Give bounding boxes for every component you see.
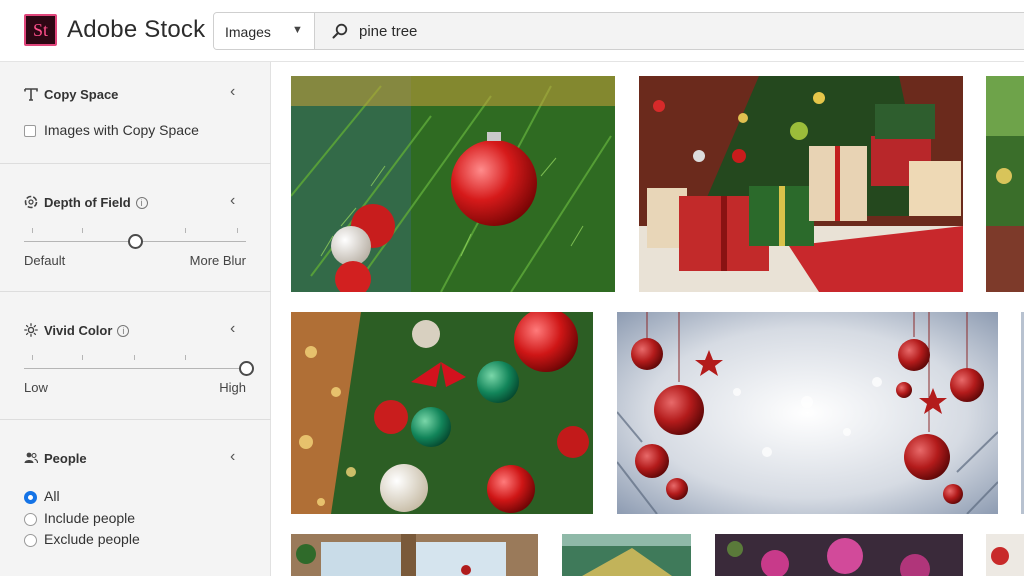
depth-of-field-slider-handle[interactable] [127,234,143,249]
hanging-ornaments-photo [617,312,998,514]
vivid-color-title: Vivid Color i [44,323,130,338]
people-option-exclude[interactable]: Exclude people [44,531,140,547]
top-bar: St Adobe Stock Images ▼ pine tree [0,0,1024,62]
info-icon[interactable]: i [117,325,130,337]
window-scene-photo [291,534,538,576]
result-image-christmas-tree-red-ornament[interactable] [291,76,615,292]
partial-edge-photo [986,534,1024,576]
search-bar: Images ▼ pine tree [213,12,1024,50]
search-icon[interactable] [332,23,348,39]
collapse-chevron-icon[interactable]: ‹ [230,320,235,338]
people-option-include[interactable]: Include people [44,510,135,526]
collapse-chevron-icon[interactable]: ‹ [230,192,235,210]
people-icon [24,452,38,464]
depth-of-field-section: Depth of Field i ‹ Default More Blur [0,164,271,292]
people-include-radio[interactable] [24,513,37,526]
slider-tick [32,228,33,233]
copy-space-title: Copy Space [44,87,119,102]
people-exclude-radio[interactable] [24,534,37,547]
copy-space-section: Copy Space ‹ Images with Copy Space [0,62,271,164]
copy-space-checkbox[interactable] [24,125,36,137]
ornament-photo [291,76,615,292]
vivid-color-slider-track[interactable] [24,368,246,369]
result-image-partial-row-edge[interactable] [986,534,1024,576]
depth-of-field-title: Depth of Field i [44,195,148,210]
aperture-icon [24,195,38,209]
gifts-photo [639,76,963,292]
people-all-radio[interactable] [24,491,37,504]
vivid-color-slider-handle[interactable] [238,361,254,376]
result-image-pine-branch-snow[interactable] [562,534,691,576]
search-input[interactable]: pine tree [359,23,417,40]
result-image-christmas-tree-with-gifts[interactable] [639,76,963,292]
collapse-chevron-icon[interactable]: ‹ [230,448,235,466]
slider-tick [82,355,83,360]
slider-tick [134,355,135,360]
slider-tick [237,228,238,233]
slider-tick [32,355,33,360]
pink-flowers-photo [715,534,963,576]
bokeh-ornaments-photo [291,312,593,514]
copy-space-option-label[interactable]: Images with Copy Space [44,122,199,138]
collapse-chevron-icon[interactable]: ‹ [230,83,235,101]
result-image-christmas-tree-bokeh-ornaments[interactable] [291,312,593,514]
depth-of-field-title-text: Depth of Field [44,195,131,210]
result-image-partial-tree-image[interactable] [986,76,1024,292]
result-image-pink-flowers[interactable] [715,534,963,576]
people-option-all[interactable]: All [44,488,60,504]
vivid-color-min-label: Low [24,380,48,395]
result-image-hanging-red-ornaments-snow[interactable] [617,312,998,514]
vivid-color-max-label: High [219,380,246,395]
slider-tick [185,355,186,360]
vivid-color-section: Vivid Color i ‹ Low High [0,292,271,420]
asset-type-dropdown[interactable]: Images ▼ [214,13,315,49]
text-icon [24,88,38,101]
info-icon[interactable]: i [135,197,148,209]
vivid-color-title-text: Vivid Color [44,323,113,338]
depth-of-field-max-label: More Blur [189,253,246,268]
filter-sidebar: Copy Space ‹ Images with Copy Space Dept… [0,62,271,576]
asset-type-label: Images [225,24,271,40]
slider-tick [185,228,186,233]
pine-branch-photo [562,534,691,576]
depth-of-field-min-label: Default [24,253,66,268]
partial-tree-photo [986,76,1024,292]
slider-tick [82,228,83,233]
brand-name[interactable]: Adobe Stock [67,16,205,44]
people-section: People ‹ All Include people Exclude peop… [0,420,271,576]
brightness-icon [24,323,38,337]
people-title: People [44,451,87,466]
chevron-down-icon: ▼ [292,24,303,36]
result-image-window-christmas-scene[interactable] [291,534,538,576]
adobe-stock-logo[interactable]: St [24,14,57,46]
